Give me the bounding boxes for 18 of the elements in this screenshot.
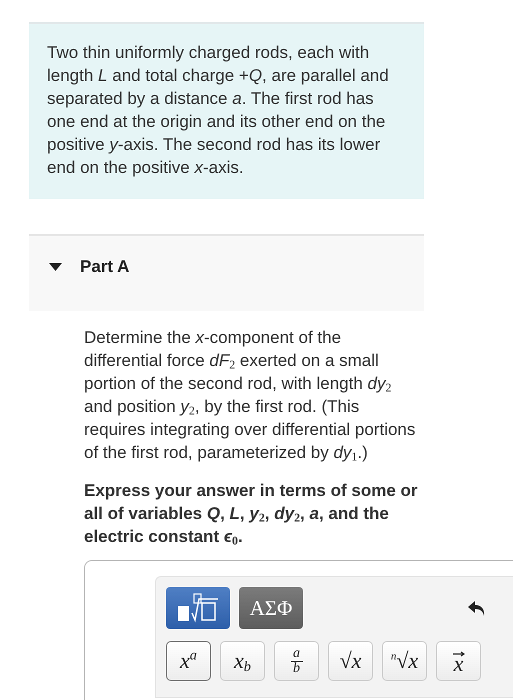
undo-icon[interactable] xyxy=(467,598,487,618)
arrow-icon xyxy=(452,651,464,657)
caret-icon xyxy=(49,262,62,270)
superscript-key[interactable]: x$^{a}$ xyxy=(166,641,211,681)
fraction-key[interactable]: a b xyxy=(274,641,319,681)
instruction-text: Express your answer in terms of some or all of variables Q, L, y$_{2}$, dy$_{2}$, a, and the electric constant ϵ$_{0}$. xyxy=(84,480,419,548)
question-text: Determine the x-component of the differential force dF$_{2}$ exerted on a small portion of the second rod, with length dy$_{2}$ and position y$_{2}$, by the first rod. (This requires integrating over differential portions of the first rod, parameterized by dy$_{1}$.) xyxy=(84,327,416,464)
nth-root-key[interactable]: $^{n}$√x xyxy=(382,641,427,681)
vector-key[interactable]: x xyxy=(436,641,481,681)
templates-button[interactable] xyxy=(166,587,230,629)
symbols-button[interactable]: ΑΣΦ xyxy=(239,587,303,629)
subscript-key[interactable]: x$_{b}$ xyxy=(220,641,265,681)
answer-box[interactable]: ΑΣΦ x$^{a}$ x$_{b}$ a b √x $^{n}$√x x xyxy=(84,560,513,700)
part-header[interactable]: Part A xyxy=(29,234,424,311)
templates-icon xyxy=(176,593,220,623)
intro-text: Two thin uniformly charged rods, each with length L and total charge +Q, are parallel and separated by a distance a. The first rod has one end at the origin and its other end on the positive y-axis. The second rod has its lower end on the positive x-axis. xyxy=(47,42,390,179)
part-title: Part A xyxy=(80,256,130,276)
square-root-key[interactable]: √x xyxy=(328,641,373,681)
